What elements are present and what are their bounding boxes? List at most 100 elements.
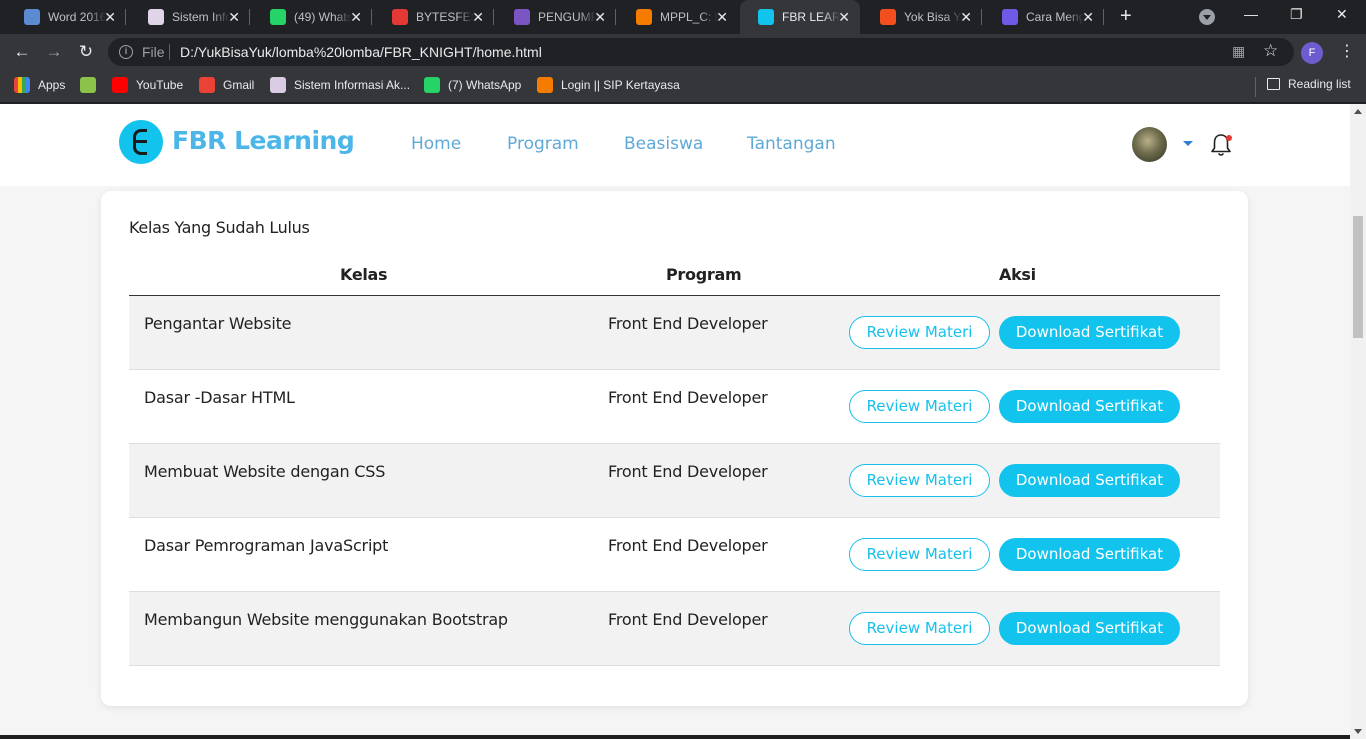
minimize-icon[interactable]: — [1244, 6, 1258, 22]
browser-tab[interactable]: Sistem Info ✕ [130, 0, 250, 34]
bookmark-favicon-icon [80, 77, 96, 93]
browser-tab[interactable]: (49) WhatsApp✕ [252, 0, 372, 34]
browser-tab[interactable]: MPPL_C: M✕ [618, 0, 738, 34]
reading-list-label: Reading list [1288, 77, 1351, 91]
tab-favicon-icon [392, 9, 408, 25]
tab-close-icon[interactable]: ✕ [960, 9, 972, 25]
bookmark-item[interactable] [80, 77, 104, 93]
browser-tab[interactable]: BYTESFEST✕ [374, 0, 494, 34]
tab-separator [249, 9, 250, 25]
reload-icon[interactable]: ↻ [74, 40, 98, 64]
tab-close-icon[interactable]: ✕ [472, 9, 484, 25]
nav-beasiswa[interactable]: Beasiswa [624, 134, 703, 154]
header-program: Program [666, 265, 742, 284]
bookmark-label: (7) WhatsApp [448, 78, 522, 92]
new-tab-button[interactable]: + [1120, 6, 1132, 26]
tab-separator [493, 9, 494, 25]
tab-close-icon[interactable]: ✕ [838, 9, 850, 25]
nav-program[interactable]: Program [507, 134, 579, 154]
tab-favicon-icon [148, 9, 164, 25]
address-url[interactable]: D:/YukBisaYuk/lomba%20lomba/FBR_KNIGHT/h… [180, 44, 542, 60]
tab-title: PENGUMPULAN [538, 10, 596, 24]
tab-separator [615, 9, 616, 25]
review-materi-button[interactable]: Review Materi [849, 612, 990, 645]
tab-favicon-icon [24, 9, 40, 25]
download-sertifikat-button[interactable]: Download Sertifikat [999, 612, 1180, 645]
restore-icon[interactable]: ❐ [1290, 6, 1303, 23]
brand-logo-icon[interactable] [119, 120, 163, 164]
cell-program: Front End Developer [608, 462, 768, 481]
page-scrollbar[interactable] [1350, 104, 1366, 739]
tab-close-icon[interactable]: ✕ [716, 9, 728, 25]
chevron-down-icon[interactable] [1183, 141, 1193, 146]
menu-icon[interactable]: ⋮ [1339, 42, 1355, 62]
cell-program: Front End Developer [608, 536, 768, 555]
bookmark-item[interactable]: (7) WhatsApp [424, 77, 521, 93]
translate-icon[interactable]: ▦ [1232, 43, 1245, 60]
bookmark-item[interactable]: Sistem Informasi Ak... [270, 77, 410, 93]
bookmark-item[interactable]: YouTube [112, 77, 183, 93]
bookmark-favicon-icon [537, 77, 553, 93]
tab-title: Sistem Info [172, 10, 230, 24]
tab-title: Word 2016 [48, 10, 106, 24]
tab-close-icon[interactable]: ✕ [104, 9, 116, 25]
nav-home[interactable]: Home [411, 134, 461, 154]
browser-tab[interactable]: FBR LEARNING✕ [740, 0, 860, 34]
info-icon[interactable]: i [119, 45, 133, 59]
download-sertifikat-button[interactable]: Download Sertifikat [999, 538, 1180, 571]
header-kelas: Kelas [340, 265, 388, 284]
review-materi-button[interactable]: Review Materi [849, 538, 990, 571]
review-materi-button[interactable]: Review Materi [849, 464, 990, 497]
tab-separator [1103, 9, 1104, 25]
browser-tab[interactable]: PENGUMPULAN✕ [496, 0, 616, 34]
tab-close-icon[interactable]: ✕ [350, 9, 362, 25]
review-materi-button[interactable]: Review Materi [849, 390, 990, 423]
tab-title: Yok Bisa Yok [904, 10, 962, 24]
reading-list-icon [1267, 78, 1280, 90]
cell-kelas: Pengantar Website [144, 314, 292, 333]
forward-icon[interactable]: → [42, 40, 66, 64]
browser-tab[interactable]: Cara Mengi ✕ [984, 0, 1104, 34]
profile-avatar[interactable]: F [1301, 42, 1323, 64]
user-avatar[interactable] [1132, 127, 1167, 162]
browser-tab[interactable]: Yok Bisa Yok✕ [862, 0, 982, 34]
reading-list-button[interactable]: Reading list [1267, 77, 1351, 91]
cell-kelas: Membangun Website menggunakan Bootstrap [144, 610, 508, 629]
bookmark-star-icon[interactable]: ☆ [1263, 41, 1278, 61]
bookmark-item[interactable]: Gmail [199, 77, 254, 93]
bookmarks-bar: Apps YouTube Gmail Sistem Informasi Ak... (7… [0, 70, 1366, 103]
download-sertifikat-button[interactable]: Download Sertifikat [999, 390, 1180, 423]
cell-kelas: Dasar -Dasar HTML [144, 388, 295, 407]
nav-tantangan[interactable]: Tantangan [747, 134, 836, 154]
review-materi-button[interactable]: Review Materi [849, 316, 990, 349]
tab-title: FBR LEARNING [782, 10, 840, 24]
download-sertifikat-button[interactable]: Download Sertifikat [999, 464, 1180, 497]
tab-close-icon[interactable]: ✕ [594, 9, 606, 25]
tab-close-icon[interactable]: ✕ [1082, 9, 1094, 25]
tab-close-icon[interactable]: ✕ [228, 9, 240, 25]
browser-tab[interactable]: Word 2016 ✕ [6, 0, 126, 34]
download-sertifikat-button[interactable]: Download Sertifikat [999, 316, 1180, 349]
bookmark-favicon-icon [424, 77, 440, 93]
brand-name[interactable]: FBR Learning [172, 126, 355, 155]
back-icon[interactable]: ← [10, 40, 34, 64]
bookmark-label: YouTube [136, 78, 184, 92]
scroll-up-icon[interactable] [1354, 109, 1362, 114]
address-bar[interactable]: i File D:/YukBisaYuk/lomba%20lomba/FBR_K… [108, 38, 1294, 66]
tab-title: BYTESFEST [416, 10, 474, 24]
site-header: FBR Learning Home Program Beasiswa Tanta… [0, 104, 1350, 186]
bell-icon[interactable] [1210, 133, 1232, 157]
close-window-icon[interactable]: ✕ [1336, 6, 1348, 23]
scroll-thumb[interactable] [1353, 216, 1363, 338]
bookmark-item[interactable]: Apps [14, 77, 65, 93]
tab-separator [125, 9, 126, 25]
tab-search-icon[interactable] [1199, 9, 1215, 25]
tab-favicon-icon [880, 9, 896, 25]
page-bottom-edge [0, 735, 1350, 739]
bookmarks-divider [1255, 77, 1256, 97]
cell-program: Front End Developer [608, 388, 768, 407]
scroll-down-icon[interactable] [1354, 729, 1362, 734]
bookmark-favicon-icon [270, 77, 286, 93]
bookmark-item[interactable]: Login || SIP Kertayasa [537, 77, 680, 93]
tab-favicon-icon [514, 9, 530, 25]
